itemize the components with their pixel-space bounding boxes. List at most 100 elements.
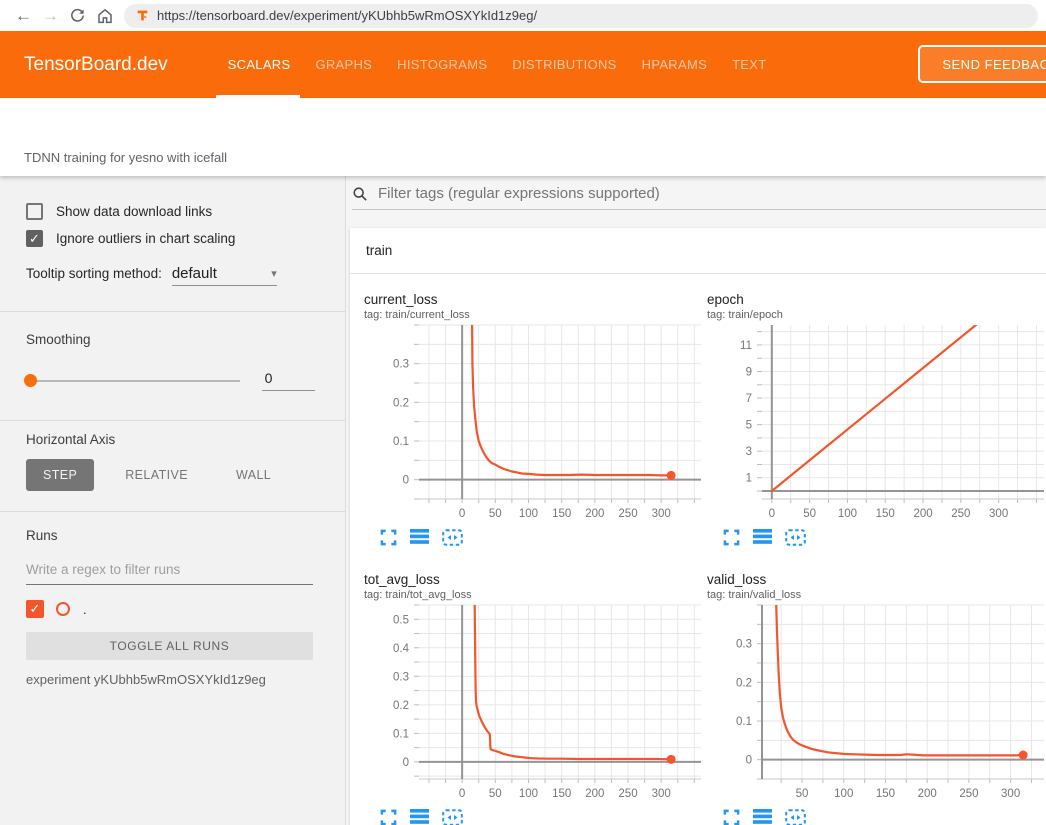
horizontal-axis-label: Horizontal Axis xyxy=(26,432,315,447)
svg-text:250: 250 xyxy=(951,508,970,520)
svg-text:250: 250 xyxy=(618,788,637,800)
svg-text:250: 250 xyxy=(618,508,637,520)
svg-text:250: 250 xyxy=(959,788,978,800)
smoothing-value-input[interactable]: 0 xyxy=(262,370,315,391)
tab-text[interactable]: TEXT xyxy=(732,31,766,98)
svg-text:0.1: 0.1 xyxy=(393,728,409,740)
fullscreen-icon[interactable] xyxy=(723,529,740,546)
fit-domain-icon[interactable] xyxy=(442,809,463,825)
fit-domain-icon[interactable] xyxy=(442,529,463,546)
show-download-links-label: Show data download links xyxy=(56,204,212,219)
fullscreen-icon[interactable] xyxy=(380,529,397,546)
chart-title: valid_loss xyxy=(707,572,1046,587)
svg-text:3: 3 xyxy=(746,446,752,458)
back-icon[interactable]: ← xyxy=(10,3,37,29)
horizontal-bars-icon[interactable] xyxy=(753,529,772,546)
svg-text:0: 0 xyxy=(459,508,465,520)
horizontal-bars-icon[interactable] xyxy=(410,529,429,546)
horizontal-bars-icon[interactable] xyxy=(753,809,772,825)
chart-current-loss: current_loss tag: train/current_loss 0 50… xyxy=(364,292,707,546)
line-chart[interactable]: 05010015020025030000.10.20.3 xyxy=(364,324,707,522)
svg-text:0.5: 0.5 xyxy=(393,614,409,626)
ignore-outliers-row[interactable]: ✓ Ignore outliers in chart scaling xyxy=(26,230,315,247)
run-row: ✓ . xyxy=(26,599,315,619)
filter-tags-input[interactable]: Filter tags (regular expressions support… xyxy=(352,185,1046,210)
svg-text:200: 200 xyxy=(918,788,937,800)
chart-tag: tag: train/tot_avg_loss xyxy=(364,589,707,601)
svg-text:300: 300 xyxy=(652,788,671,800)
tab-scalars[interactable]: SCALARS xyxy=(228,31,291,98)
svg-text:0: 0 xyxy=(746,755,752,767)
reload-icon[interactable] xyxy=(64,3,91,29)
forward-icon[interactable]: → xyxy=(37,3,64,29)
search-icon xyxy=(352,186,368,202)
axis-step-button[interactable]: STEP xyxy=(26,459,94,491)
experiment-bar: TDNN training for yesno with icefall xyxy=(0,98,1046,176)
smoothing-label: Smoothing xyxy=(26,332,315,347)
fit-domain-icon[interactable] xyxy=(785,809,806,825)
address-bar[interactable]: https://tensorboard.dev/experiment/yKUbh… xyxy=(124,4,1038,28)
svg-text:150: 150 xyxy=(876,508,895,520)
svg-text:0: 0 xyxy=(769,508,775,520)
svg-text:5: 5 xyxy=(746,420,752,432)
svg-text:0.4: 0.4 xyxy=(393,643,410,655)
send-feedback-button[interactable]: SEND FEEDBACK xyxy=(918,45,1046,83)
fullscreen-icon[interactable] xyxy=(723,809,740,825)
runs-filter-input[interactable]: Write a regex to filter runs xyxy=(26,562,313,585)
line-chart[interactable]: 0501001502002503001357911 xyxy=(707,324,1046,522)
svg-text:0.1: 0.1 xyxy=(393,436,409,448)
line-chart[interactable]: 05010015020025030000.10.20.30.40.5 xyxy=(364,604,707,802)
toggle-all-runs-button[interactable]: TOGGLE ALL RUNS xyxy=(26,632,313,660)
chart-title: current_loss xyxy=(364,292,707,307)
svg-text:300: 300 xyxy=(989,508,1008,520)
svg-text:300: 300 xyxy=(1001,788,1020,800)
line-chart[interactable]: 5010015020025030000.10.20.3 xyxy=(707,604,1046,802)
svg-text:1: 1 xyxy=(746,473,752,485)
chart-tag: tag: train/epoch xyxy=(707,309,1046,321)
filter-tags-placeholder: Filter tags (regular expressions support… xyxy=(378,185,660,202)
show-download-links-checkbox[interactable] xyxy=(26,203,43,220)
experiment-title: TDNN training for yesno with icefall xyxy=(24,150,227,165)
svg-text:11: 11 xyxy=(740,340,752,352)
axis-wall-button[interactable]: WALL xyxy=(219,459,288,491)
svg-text:100: 100 xyxy=(519,788,538,800)
chart-title: tot_avg_loss xyxy=(364,572,707,587)
tab-hparams[interactable]: HPARAMS xyxy=(642,31,707,98)
smoothing-slider[interactable] xyxy=(26,380,240,382)
fullscreen-icon[interactable] xyxy=(380,809,397,825)
svg-text:0.1: 0.1 xyxy=(736,716,752,728)
svg-text:150: 150 xyxy=(552,508,571,520)
tab-bar: SCALARS GRAPHS HISTOGRAMS DISTRIBUTIONS … xyxy=(228,31,767,98)
browser-toolbar: ← → https://tensorboard.dev/experiment/y… xyxy=(0,0,1046,31)
svg-text:100: 100 xyxy=(519,508,538,520)
svg-text:0.2: 0.2 xyxy=(393,397,409,409)
fit-domain-icon[interactable] xyxy=(785,529,806,546)
url-text: https://tensorboard.dev/experiment/yKUbh… xyxy=(157,8,537,23)
settings-sidebar: Show data download links ✓ Ignore outlie… xyxy=(0,176,346,825)
chart-tag: tag: train/current_loss xyxy=(364,309,707,321)
tab-histograms[interactable]: HISTOGRAMS xyxy=(397,31,487,98)
svg-text:300: 300 xyxy=(652,508,671,520)
tab-graphs[interactable]: GRAPHS xyxy=(315,31,372,98)
chart-epoch: epoch tag: train/epoch 05010015020025030… xyxy=(707,292,1046,546)
chart-grid: current_loss tag: train/current_loss 050… xyxy=(350,274,1046,825)
show-download-links-row[interactable]: Show data download links xyxy=(26,203,315,220)
home-icon[interactable] xyxy=(91,3,118,29)
tab-distributions[interactable]: DISTRIBUTIONS xyxy=(512,31,616,98)
tensorboard-favicon-icon xyxy=(136,9,149,22)
smoothing-slider-thumb[interactable] xyxy=(24,374,37,387)
svg-text:0.3: 0.3 xyxy=(736,639,752,651)
tooltip-sorting-select[interactable]: default ▾ xyxy=(172,265,277,286)
chart-tot-avg-loss: tot_avg_loss tag: train/tot_avg_loss 050… xyxy=(364,572,707,825)
train-section-header[interactable]: train xyxy=(350,228,1046,274)
ignore-outliers-label: Ignore outliers in chart scaling xyxy=(56,231,235,246)
svg-text:150: 150 xyxy=(876,788,895,800)
svg-text:50: 50 xyxy=(489,508,502,520)
svg-text:7: 7 xyxy=(746,393,752,405)
chart-title: epoch xyxy=(707,292,1046,307)
axis-relative-button[interactable]: RELATIVE xyxy=(108,459,205,491)
ignore-outliers-checkbox[interactable]: ✓ xyxy=(26,230,43,247)
run-checkbox[interactable]: ✓ xyxy=(26,600,44,618)
horizontal-bars-icon[interactable] xyxy=(410,809,429,825)
svg-text:50: 50 xyxy=(796,788,809,800)
